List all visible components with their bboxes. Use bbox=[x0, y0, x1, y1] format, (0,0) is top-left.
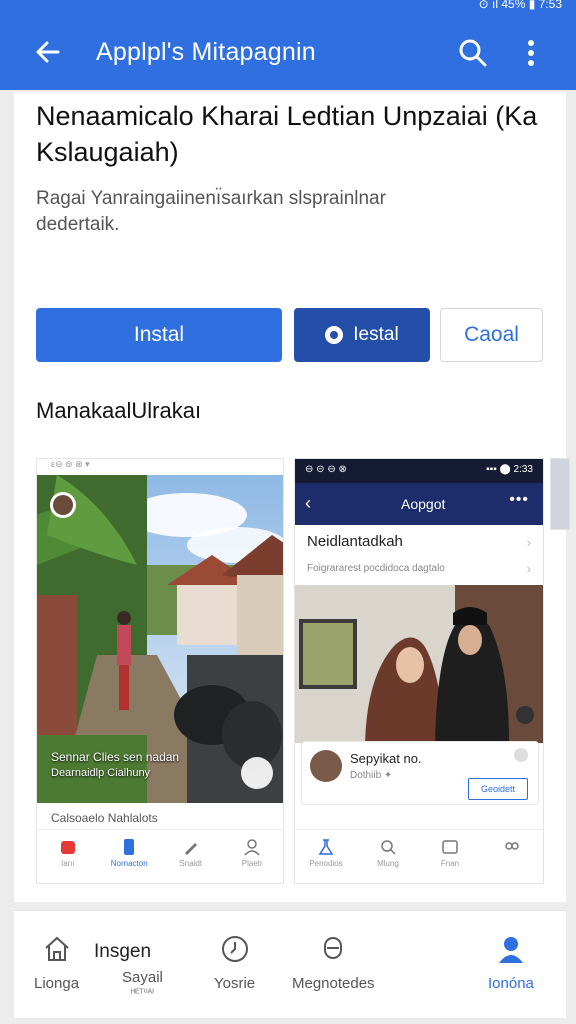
nav-item-label: Yosrie bbox=[214, 975, 256, 992]
person-icon bbox=[498, 937, 523, 963]
chevron-right-icon: › bbox=[526, 561, 531, 576]
home-label-text: Insgen bbox=[94, 941, 152, 962]
search-icon[interactable] bbox=[456, 36, 490, 70]
nav-item-profile[interactable]: Ionóna bbox=[488, 933, 534, 992]
cancel-button[interactable]: Caoal bbox=[440, 308, 543, 362]
search-icon bbox=[381, 840, 396, 855]
app-bar: Applpl's Mitapagnin bbox=[0, 14, 576, 90]
screenshot-thumbnail[interactable]: ε⊖ ⊜ ⊗ ▾ Sennar Clies sen nadan Dearnaid… bbox=[36, 458, 284, 884]
screenshot-row-label: Calsoaelo Nahlalots bbox=[51, 811, 158, 825]
status-indicators: ⊙ ıl 45% ▮ 7:53 bbox=[478, 0, 562, 11]
nav-item-label: Sayail bbox=[122, 969, 163, 986]
flask-icon bbox=[318, 839, 334, 855]
app-detail-card: Nenaamicalo Kharai Ledtian Unpzaiai (Ka … bbox=[14, 92, 570, 902]
post-meta: Dothiib ✦ bbox=[350, 770, 393, 781]
nav-item-saved[interactable]: Sayail ᴴᴱᵀ⁰ᴬᴵ bbox=[122, 969, 163, 999]
mini-nav-item: Plaetr bbox=[227, 838, 277, 868]
screenshots-section-title: ManakaalUlrakaı bbox=[36, 398, 202, 423]
mini-app-title: Aopgot bbox=[401, 496, 446, 512]
nav-item-label: Ionóna bbox=[488, 975, 534, 992]
home-icon bbox=[44, 936, 69, 961]
install-button-label: Instal bbox=[133, 323, 185, 346]
post-card: Sepyikat no. Dothiib ✦ Geoidett bbox=[301, 741, 539, 805]
mini-bottom-nav: Penodios Mlung Fnan bbox=[295, 829, 543, 883]
screenshot-thumbnail[interactable]: ⊖ ⊝ ⊖ ⊗ ▪▪▪ ⬤ 2:33 ‹ Aopgot ••• Neidlant… bbox=[294, 458, 544, 884]
clock-icon bbox=[221, 936, 248, 962]
back-chevron-icon: ‹ bbox=[305, 493, 311, 513]
close-icon bbox=[514, 748, 528, 762]
mini-row-subtitle: Foigrararest pocdidoca dagtalo bbox=[307, 563, 445, 574]
back-arrow-icon[interactable] bbox=[30, 34, 66, 70]
record-icon bbox=[325, 326, 344, 344]
mini-nav-item bbox=[487, 838, 537, 859]
bottom-navigation: Insgen Lionga Sayail ᴴᴱᵀ⁰ᴬᴵ Yosrie Megno… bbox=[14, 910, 566, 1018]
mini-status-bar: ε⊖ ⊜ ⊗ ▾ bbox=[37, 459, 283, 475]
pencil-icon bbox=[184, 843, 197, 855]
couple-photo bbox=[295, 585, 543, 743]
install-button[interactable]: Instal bbox=[36, 308, 282, 362]
install-secondary-button[interactable]: Iestal bbox=[294, 308, 430, 362]
chevron-right-icon: › bbox=[526, 535, 531, 550]
nav-item-label: Megnotedes bbox=[292, 975, 375, 992]
chat-icon bbox=[324, 937, 343, 959]
status-bar: ⊙ ıl 45% ▮ 7:53 bbox=[0, 0, 576, 14]
app-description: Ragai Yanraingaiinenı̈saırkan slsprainln… bbox=[36, 188, 386, 235]
nav-item-home[interactable]: Lionga bbox=[34, 933, 79, 992]
app-title: Applpl's Mitapagnin bbox=[96, 38, 316, 66]
caption-line-2: Dearnaidlp Cialhuny bbox=[51, 767, 151, 779]
app-headline: Nenaamicalo Kharai Ledtian Unpzaiai (Ka … bbox=[36, 101, 538, 167]
cancel-button-label: Caoal bbox=[464, 323, 519, 346]
calendar-icon bbox=[60, 841, 75, 854]
grid-icon bbox=[442, 840, 458, 854]
mini-status-bar: ⊖ ⊝ ⊖ ⊗ ▪▪▪ ⬤ 2:33 bbox=[295, 459, 543, 483]
mini-app-bar: ‹ Aopgot ••• bbox=[295, 483, 543, 525]
mini-nav-item: Mlung bbox=[363, 838, 413, 868]
mini-nav-item: Penodios bbox=[301, 838, 351, 868]
phone-icon bbox=[124, 839, 135, 855]
post-action-button: Geoidett bbox=[468, 778, 528, 800]
avatar bbox=[310, 750, 342, 782]
screenshot-thumbnail-partial[interactable] bbox=[550, 458, 570, 530]
post-author: Sepyikat no. bbox=[350, 751, 422, 766]
mini-nav-item: Snaidt bbox=[166, 838, 216, 868]
mini-nav-item: Fnan bbox=[425, 838, 475, 868]
mini-row-title: Neidlantadkah bbox=[307, 533, 403, 550]
nav-item-history[interactable]: Yosrie bbox=[214, 933, 255, 992]
more-horiz-icon: ••• bbox=[509, 491, 529, 508]
caption-line-1: Sennar Clies sen nadan bbox=[51, 750, 180, 764]
mini-nav-item: Nornacton bbox=[104, 838, 154, 868]
screenshot-caption: Sennar Clies sen nadan Dearnaidlp Cialhu… bbox=[51, 749, 231, 781]
nav-item-sublabel: ᴴᴱᵀ⁰ᴬᴵ bbox=[130, 988, 154, 999]
nav-item-label: Lionga bbox=[34, 975, 80, 992]
nav-item-messages[interactable]: Megnotedes bbox=[292, 933, 375, 992]
mini-nav-item: Ianı bbox=[43, 838, 93, 868]
more-vert-icon[interactable] bbox=[516, 36, 546, 70]
people-icon bbox=[505, 842, 519, 850]
install-secondary-label: Iestal bbox=[353, 324, 399, 345]
person-icon bbox=[244, 839, 260, 856]
mini-bottom-nav: Ianı Nornacton Snaidt Plaetr bbox=[37, 829, 283, 883]
